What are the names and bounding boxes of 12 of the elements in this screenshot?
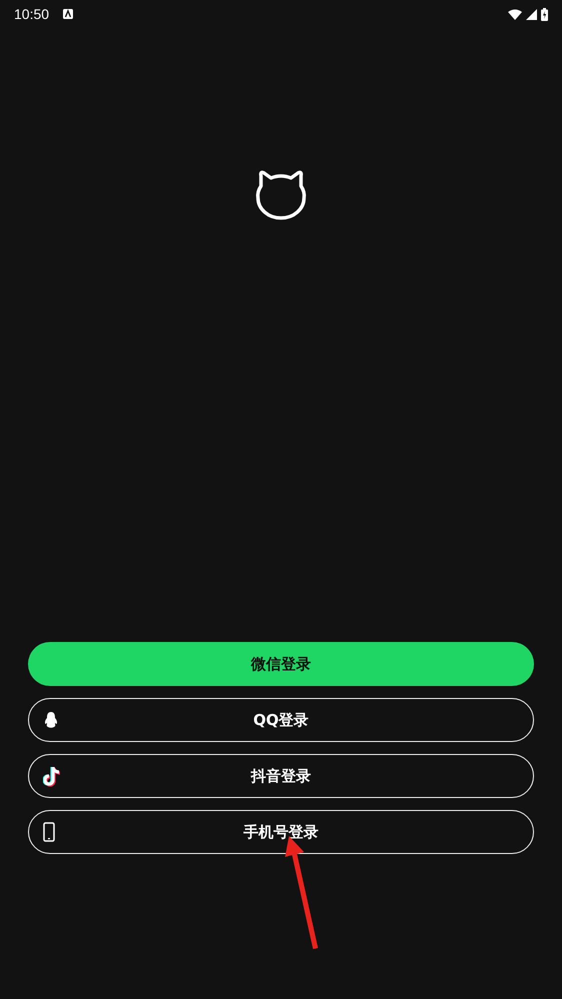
signal-icon bbox=[526, 8, 537, 20]
cat-logo-icon bbox=[254, 168, 308, 222]
phone-icon bbox=[43, 822, 55, 842]
penguin-icon bbox=[43, 711, 59, 729]
battery-icon bbox=[541, 8, 548, 20]
status-time: 10:50 bbox=[14, 6, 50, 22]
wifi-icon bbox=[508, 8, 522, 20]
notification-icon bbox=[63, 9, 74, 19]
music-note-icon bbox=[43, 765, 63, 787]
login-button[interactable]: QQ登录 bbox=[28, 698, 534, 742]
login-button[interactable]: 抖音登录 bbox=[28, 754, 534, 798]
login-button[interactable]: 微信登录 bbox=[28, 642, 534, 686]
